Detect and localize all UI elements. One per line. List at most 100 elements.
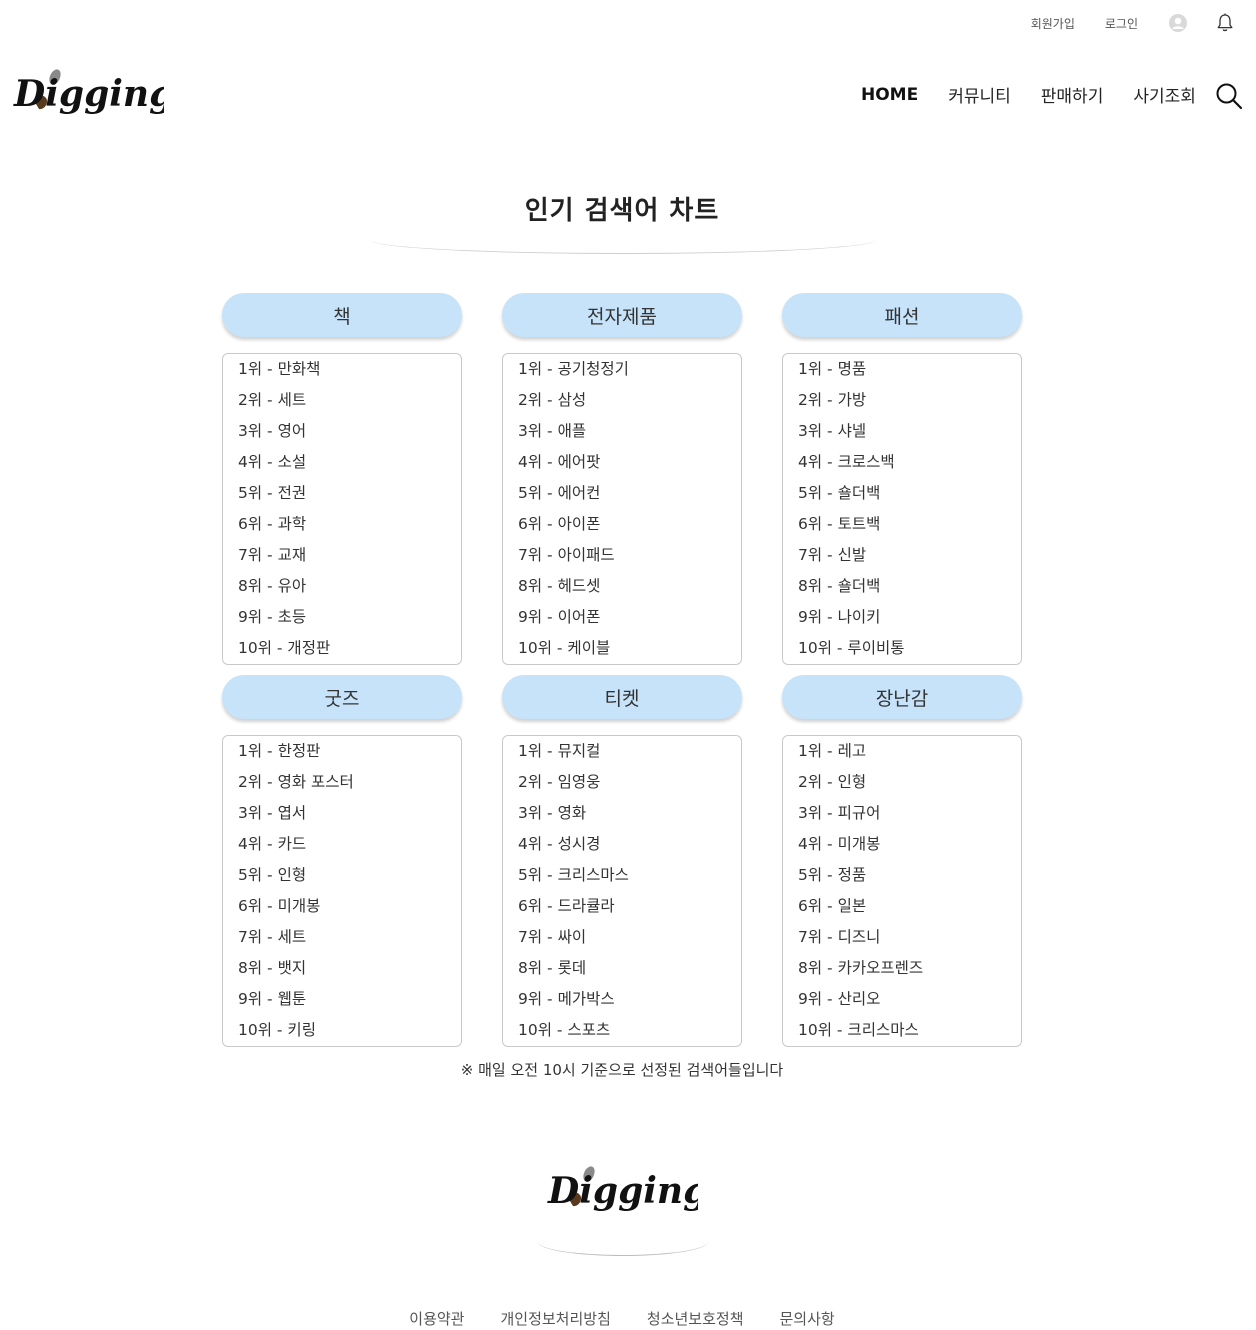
- list-item[interactable]: 8위 - 숄더백: [798, 573, 1021, 604]
- footer-link-privacy[interactable]: 개인정보처리방침: [500, 1308, 610, 1329]
- login-link[interactable]: 로그인: [1105, 15, 1138, 32]
- list-item[interactable]: 5위 - 에어컨: [518, 480, 741, 511]
- category-grid: 책 1위 - 만화책 2위 - 세트 3위 - 영어 4위 - 소설 5위 - …: [222, 293, 1022, 1047]
- list-item[interactable]: 5위 - 숄더백: [798, 480, 1021, 511]
- list-item[interactable]: 7위 - 싸이: [518, 924, 741, 955]
- list-item[interactable]: 5위 - 정품: [798, 862, 1021, 893]
- category-header[interactable]: 책: [222, 293, 462, 337]
- list-item[interactable]: 6위 - 드라큘라: [518, 893, 741, 924]
- list-item[interactable]: 8위 - 카카오프렌즈: [798, 955, 1021, 986]
- list-item[interactable]: 3위 - 영어: [238, 418, 461, 449]
- footer-link-inquiry[interactable]: 문의사항: [780, 1308, 835, 1329]
- category-toys: 장난감 1위 - 레고 2위 - 인형 3위 - 피규어 4위 - 미개봉 5위…: [782, 675, 1022, 1047]
- list-item[interactable]: 10위 - 크리스마스: [798, 1017, 1021, 1048]
- list-item[interactable]: 4위 - 크로스백: [798, 449, 1021, 480]
- list-item[interactable]: 3위 - 샤넬: [798, 418, 1021, 449]
- nav-home[interactable]: HOME: [861, 85, 918, 105]
- list-item[interactable]: 10위 - 개정판: [238, 635, 461, 666]
- list-item[interactable]: 4위 - 소설: [238, 449, 461, 480]
- list-item[interactable]: 5위 - 인형: [238, 862, 461, 893]
- list-item[interactable]: 7위 - 신발: [798, 542, 1021, 573]
- list-item[interactable]: 8위 - 롯데: [518, 955, 741, 986]
- list-item[interactable]: 6위 - 과학: [238, 511, 461, 542]
- list-item[interactable]: 2위 - 임영웅: [518, 769, 741, 800]
- list-item[interactable]: 9위 - 메가박스: [518, 986, 741, 1017]
- update-notice: ※ 매일 오전 10시 기준으로 선정된 검색어들입니다: [460, 1061, 784, 1079]
- list-item[interactable]: 4위 - 성시경: [518, 831, 741, 862]
- category-tickets: 티켓 1위 - 뮤지컬 2위 - 임영웅 3위 - 영화 4위 - 성시경 5위…: [502, 675, 742, 1047]
- ranking-list: 1위 - 공기청정기 2위 - 삼성 3위 - 애플 4위 - 에어팟 5위 -…: [502, 353, 742, 665]
- list-item[interactable]: 8위 - 헤드셋: [518, 573, 741, 604]
- category-header[interactable]: 굿즈: [222, 675, 462, 719]
- list-item[interactable]: 10위 - 케이블: [518, 635, 741, 666]
- list-item[interactable]: 8위 - 뱃지: [238, 955, 461, 986]
- list-item[interactable]: 9위 - 웹툰: [238, 986, 461, 1017]
- bell-icon[interactable]: [1216, 13, 1234, 33]
- list-item[interactable]: 4위 - 미개봉: [798, 831, 1021, 862]
- category-fashion: 패션 1위 - 명품 2위 - 가방 3위 - 샤넬 4위 - 크로스백 5위 …: [782, 293, 1022, 665]
- list-item[interactable]: 7위 - 디즈니: [798, 924, 1021, 955]
- signup-link[interactable]: 회원가입: [1031, 15, 1075, 32]
- main-nav: HOME 커뮤니티 판매하기 사기조회: [861, 82, 1243, 110]
- footer-links: 이용약관 개인정보처리방침 청소년보호정책 문의사항: [0, 1308, 1244, 1329]
- title-divider: [370, 240, 876, 254]
- user-circle-icon[interactable]: [1168, 13, 1188, 33]
- category-header[interactable]: 장난감: [782, 675, 1022, 719]
- list-item[interactable]: 6위 - 토트백: [798, 511, 1021, 542]
- list-item[interactable]: 5위 - 크리스마스: [518, 862, 741, 893]
- list-item[interactable]: 8위 - 유아: [238, 573, 461, 604]
- list-item[interactable]: 1위 - 명품: [798, 356, 1021, 387]
- nav-fraud-check[interactable]: 사기조회: [1133, 82, 1196, 107]
- list-item[interactable]: 1위 - 한정판: [238, 738, 461, 769]
- list-item[interactable]: 3위 - 피규어: [798, 800, 1021, 831]
- page-title: 인기 검색어 차트: [524, 196, 720, 226]
- list-item[interactable]: 4위 - 에어팟: [518, 449, 741, 480]
- ranking-list: 1위 - 한정판 2위 - 영화 포스터 3위 - 엽서 4위 - 카드 5위 …: [222, 735, 462, 1047]
- list-item[interactable]: 1위 - 만화책: [238, 356, 461, 387]
- list-item[interactable]: 10위 - 스포츠: [518, 1017, 741, 1048]
- footer-logo[interactable]: Digging: [546, 1162, 708, 1216]
- footer-link-youth-policy[interactable]: 청소년보호정책: [647, 1308, 744, 1329]
- list-item[interactable]: 1위 - 레고: [798, 738, 1021, 769]
- list-item[interactable]: 3위 - 애플: [518, 418, 741, 449]
- list-item[interactable]: 5위 - 전권: [238, 480, 461, 511]
- list-item[interactable]: 10위 - 키링: [238, 1017, 461, 1048]
- list-item[interactable]: 3위 - 영화: [518, 800, 741, 831]
- list-item[interactable]: 7위 - 교재: [238, 542, 461, 573]
- category-header[interactable]: 패션: [782, 293, 1022, 337]
- list-item[interactable]: 10위 - 루이비통: [798, 635, 1021, 666]
- list-item[interactable]: 2위 - 삼성: [518, 387, 741, 418]
- footer-link-terms[interactable]: 이용약관: [409, 1308, 464, 1329]
- list-item[interactable]: 2위 - 영화 포스터: [238, 769, 461, 800]
- list-item[interactable]: 6위 - 아이폰: [518, 511, 741, 542]
- category-header[interactable]: 전자제품: [502, 293, 742, 337]
- nav-community[interactable]: 커뮤니티: [948, 82, 1011, 107]
- category-goods: 굿즈 1위 - 한정판 2위 - 영화 포스터 3위 - 엽서 4위 - 카드 …: [222, 675, 462, 1047]
- list-item[interactable]: 3위 - 엽서: [238, 800, 461, 831]
- list-item[interactable]: 9위 - 산리오: [798, 986, 1021, 1017]
- list-item[interactable]: 1위 - 뮤지컬: [518, 738, 741, 769]
- list-item[interactable]: 2위 - 가방: [798, 387, 1021, 418]
- footer-logo-text: Digging: [547, 1170, 698, 1212]
- list-item[interactable]: 9위 - 초등: [238, 604, 461, 635]
- list-item[interactable]: 6위 - 일본: [798, 893, 1021, 924]
- category-header[interactable]: 티켓: [502, 675, 742, 719]
- category-electronics: 전자제품 1위 - 공기청정기 2위 - 삼성 3위 - 애플 4위 - 에어팟…: [502, 293, 742, 665]
- list-item[interactable]: 1위 - 공기청정기: [518, 356, 741, 387]
- ranking-list: 1위 - 명품 2위 - 가방 3위 - 샤넬 4위 - 크로스백 5위 - 숄…: [782, 353, 1022, 665]
- footer-divider: [538, 1242, 708, 1256]
- category-books: 책 1위 - 만화책 2위 - 세트 3위 - 영어 4위 - 소설 5위 - …: [222, 293, 462, 665]
- list-item[interactable]: 7위 - 세트: [238, 924, 461, 955]
- nav-sell[interactable]: 판매하기: [1041, 82, 1104, 107]
- site-logo[interactable]: Digging: [12, 66, 174, 118]
- list-item[interactable]: 6위 - 미개봉: [238, 893, 461, 924]
- search-icon[interactable]: [1215, 82, 1243, 114]
- list-item[interactable]: 2위 - 인형: [798, 769, 1021, 800]
- list-item[interactable]: 9위 - 이어폰: [518, 604, 741, 635]
- ranking-list: 1위 - 뮤지컬 2위 - 임영웅 3위 - 영화 4위 - 성시경 5위 - …: [502, 735, 742, 1047]
- list-item[interactable]: 4위 - 카드: [238, 831, 461, 862]
- ranking-list: 1위 - 레고 2위 - 인형 3위 - 피규어 4위 - 미개봉 5위 - 정…: [782, 735, 1022, 1047]
- list-item[interactable]: 7위 - 아이패드: [518, 542, 741, 573]
- list-item[interactable]: 2위 - 세트: [238, 387, 461, 418]
- list-item[interactable]: 9위 - 나이키: [798, 604, 1021, 635]
